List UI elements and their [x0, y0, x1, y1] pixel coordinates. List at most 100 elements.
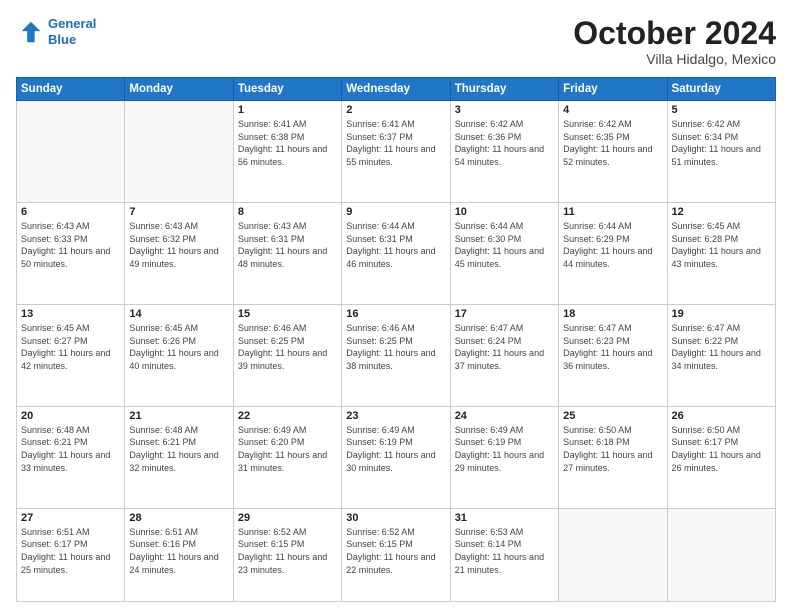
calendar-week-4: 20 Sunrise: 6:48 AM Sunset: 6:21 PM Dayli…: [17, 406, 776, 508]
col-monday: Monday: [125, 78, 233, 101]
col-tuesday: Tuesday: [233, 78, 341, 101]
day-info: Sunrise: 6:43 AM Sunset: 6:31 PM Dayligh…: [238, 220, 337, 270]
calendar-cell: 9Sunrise: 6:44 AM Sunset: 6:31 PM Daylig…: [342, 203, 450, 305]
day-info: Sunrise: 6:42 AM Sunset: 6:36 PM Dayligh…: [455, 118, 554, 168]
calendar-cell: 12Sunrise: 6:45 AM Sunset: 6:28 PM Dayli…: [667, 203, 775, 305]
calendar-cell: [125, 101, 233, 203]
day-info: Sunrise: 6:51 AM Sunset: 6:17 PM Dayligh…: [21, 526, 120, 576]
day-info: Sunrise: 6:51 AM Sunset: 6:16 PM Dayligh…: [129, 526, 228, 576]
calendar-cell: 5 Sunrise: 6:42 AM Sunset: 6:34 PM Daylig…: [667, 101, 775, 203]
calendar-cell: 22 Sunrise: 6:49 AM Sunset: 6:20 PM Dayli…: [233, 406, 341, 508]
calendar-cell: 23Sunrise: 6:49 AM Sunset: 6:19 PM Dayli…: [342, 406, 450, 508]
calendar-cell: 20 Sunrise: 6:48 AM Sunset: 6:21 PM Dayli…: [17, 406, 125, 508]
calendar-cell: 2 Sunrise: 6:41 AM Sunset: 6:37 PM Daylig…: [342, 101, 450, 203]
calendar-cell: 24 Sunrise: 6:49 AM Sunset: 6:19 PM Dayli…: [450, 406, 558, 508]
day-number: 6: [21, 206, 120, 218]
day-number: 28: [129, 512, 228, 524]
day-number: 9: [346, 206, 445, 218]
col-thursday: Thursday: [450, 78, 558, 101]
calendar-cell: 4Sunrise: 6:42 AM Sunset: 6:35 PM Daylig…: [559, 101, 667, 203]
page: General Blue October 2024 Villa Hidalgo,…: [0, 0, 792, 612]
calendar-cell: 11 Sunrise: 6:44 AM Sunset: 6:29 PM Dayli…: [559, 203, 667, 305]
day-number: 25: [563, 410, 662, 422]
col-saturday: Saturday: [667, 78, 775, 101]
location: Villa Hidalgo, Mexico: [573, 51, 776, 67]
calendar-cell: 1 Sunrise: 6:41 AM Sunset: 6:38 PM Daylig…: [233, 101, 341, 203]
calendar-cell: 28 Sunrise: 6:51 AM Sunset: 6:16 PM Dayli…: [125, 508, 233, 601]
day-info: Sunrise: 6:45 AM Sunset: 6:27 PM Dayligh…: [21, 322, 120, 372]
day-info: Sunrise: 6:43 AM Sunset: 6:32 PM Dayligh…: [129, 220, 228, 270]
day-info: Sunrise: 6:49 AM Sunset: 6:19 PM Dayligh…: [455, 424, 554, 474]
day-info: Sunrise: 6:43 AM Sunset: 6:33 PM Dayligh…: [21, 220, 120, 270]
day-info: Sunrise: 6:44 AM Sunset: 6:29 PM Dayligh…: [563, 220, 662, 270]
day-number: 30: [346, 512, 445, 524]
day-number: 31: [455, 512, 554, 524]
calendar-cell: [17, 101, 125, 203]
calendar-cell: [559, 508, 667, 601]
col-wednesday: Wednesday: [342, 78, 450, 101]
day-number: 7: [129, 206, 228, 218]
day-number: 15: [238, 308, 337, 320]
day-number: 18: [563, 308, 662, 320]
day-number: 27: [21, 512, 120, 524]
day-info: Sunrise: 6:47 AM Sunset: 6:23 PM Dayligh…: [563, 322, 662, 372]
day-info: Sunrise: 6:47 AM Sunset: 6:22 PM Dayligh…: [672, 322, 771, 372]
month-title: October 2024: [573, 16, 776, 51]
calendar-cell: 21 Sunrise: 6:48 AM Sunset: 6:21 PM Dayli…: [125, 406, 233, 508]
day-number: 14: [129, 308, 228, 320]
logo-icon: [16, 18, 44, 46]
day-number: 5: [672, 104, 771, 116]
day-info: Sunrise: 6:41 AM Sunset: 6:37 PM Dayligh…: [346, 118, 445, 168]
day-number: 1: [238, 104, 337, 116]
day-info: Sunrise: 6:53 AM Sunset: 6:14 PM Dayligh…: [455, 526, 554, 576]
day-info: Sunrise: 6:46 AM Sunset: 6:25 PM Dayligh…: [238, 322, 337, 372]
calendar-cell: 27 Sunrise: 6:51 AM Sunset: 6:17 PM Dayli…: [17, 508, 125, 601]
day-number: 11: [563, 206, 662, 218]
day-number: 4: [563, 104, 662, 116]
day-info: Sunrise: 6:50 AM Sunset: 6:17 PM Dayligh…: [672, 424, 771, 474]
day-number: 13: [21, 308, 120, 320]
logo: General Blue: [16, 16, 96, 47]
day-number: 17: [455, 308, 554, 320]
day-info: Sunrise: 6:49 AM Sunset: 6:19 PM Dayligh…: [346, 424, 445, 474]
calendar-cell: 19Sunrise: 6:47 AM Sunset: 6:22 PM Dayli…: [667, 304, 775, 406]
day-info: Sunrise: 6:49 AM Sunset: 6:20 PM Dayligh…: [238, 424, 337, 474]
header: General Blue October 2024 Villa Hidalgo,…: [16, 16, 776, 67]
calendar-cell: 16 Sunrise: 6:46 AM Sunset: 6:25 PM Dayli…: [342, 304, 450, 406]
day-info: Sunrise: 6:42 AM Sunset: 6:34 PM Dayligh…: [672, 118, 771, 168]
calendar-week-2: 6 Sunrise: 6:43 AM Sunset: 6:33 PM Daylig…: [17, 203, 776, 305]
calendar-cell: 30Sunrise: 6:52 AM Sunset: 6:15 PM Dayli…: [342, 508, 450, 601]
calendar-cell: 10Sunrise: 6:44 AM Sunset: 6:30 PM Dayli…: [450, 203, 558, 305]
day-info: Sunrise: 6:50 AM Sunset: 6:18 PM Dayligh…: [563, 424, 662, 474]
day-info: Sunrise: 6:48 AM Sunset: 6:21 PM Dayligh…: [21, 424, 120, 474]
calendar-cell: 14 Sunrise: 6:45 AM Sunset: 6:26 PM Dayli…: [125, 304, 233, 406]
calendar-cell: 15 Sunrise: 6:46 AM Sunset: 6:25 PM Dayli…: [233, 304, 341, 406]
day-number: 12: [672, 206, 771, 218]
calendar-cell: 25 Sunrise: 6:50 AM Sunset: 6:18 PM Dayli…: [559, 406, 667, 508]
day-number: 8: [238, 206, 337, 218]
day-info: Sunrise: 6:48 AM Sunset: 6:21 PM Dayligh…: [129, 424, 228, 474]
day-info: Sunrise: 6:47 AM Sunset: 6:24 PM Dayligh…: [455, 322, 554, 372]
day-info: Sunrise: 6:41 AM Sunset: 6:38 PM Dayligh…: [238, 118, 337, 168]
calendar-cell: 18 Sunrise: 6:47 AM Sunset: 6:23 PM Dayli…: [559, 304, 667, 406]
day-number: 16: [346, 308, 445, 320]
day-number: 2: [346, 104, 445, 116]
calendar-cell: 26Sunrise: 6:50 AM Sunset: 6:17 PM Dayli…: [667, 406, 775, 508]
day-number: 20: [21, 410, 120, 422]
calendar-header-row: Sunday Monday Tuesday Wednesday Thursday…: [17, 78, 776, 101]
calendar-cell: 7 Sunrise: 6:43 AM Sunset: 6:32 PM Daylig…: [125, 203, 233, 305]
day-number: 22: [238, 410, 337, 422]
calendar-week-1: 1 Sunrise: 6:41 AM Sunset: 6:38 PM Daylig…: [17, 101, 776, 203]
day-info: Sunrise: 6:44 AM Sunset: 6:30 PM Dayligh…: [455, 220, 554, 270]
day-number: 24: [455, 410, 554, 422]
day-info: Sunrise: 6:46 AM Sunset: 6:25 PM Dayligh…: [346, 322, 445, 372]
day-number: 21: [129, 410, 228, 422]
calendar-cell: 29Sunrise: 6:52 AM Sunset: 6:15 PM Dayli…: [233, 508, 341, 601]
day-info: Sunrise: 6:45 AM Sunset: 6:26 PM Dayligh…: [129, 322, 228, 372]
calendar-cell: 8 Sunrise: 6:43 AM Sunset: 6:31 PM Daylig…: [233, 203, 341, 305]
calendar-cell: 31 Sunrise: 6:53 AM Sunset: 6:14 PM Dayli…: [450, 508, 558, 601]
title-block: October 2024 Villa Hidalgo, Mexico: [573, 16, 776, 67]
day-number: 29: [238, 512, 337, 524]
calendar-table: Sunday Monday Tuesday Wednesday Thursday…: [16, 77, 776, 602]
col-sunday: Sunday: [17, 78, 125, 101]
